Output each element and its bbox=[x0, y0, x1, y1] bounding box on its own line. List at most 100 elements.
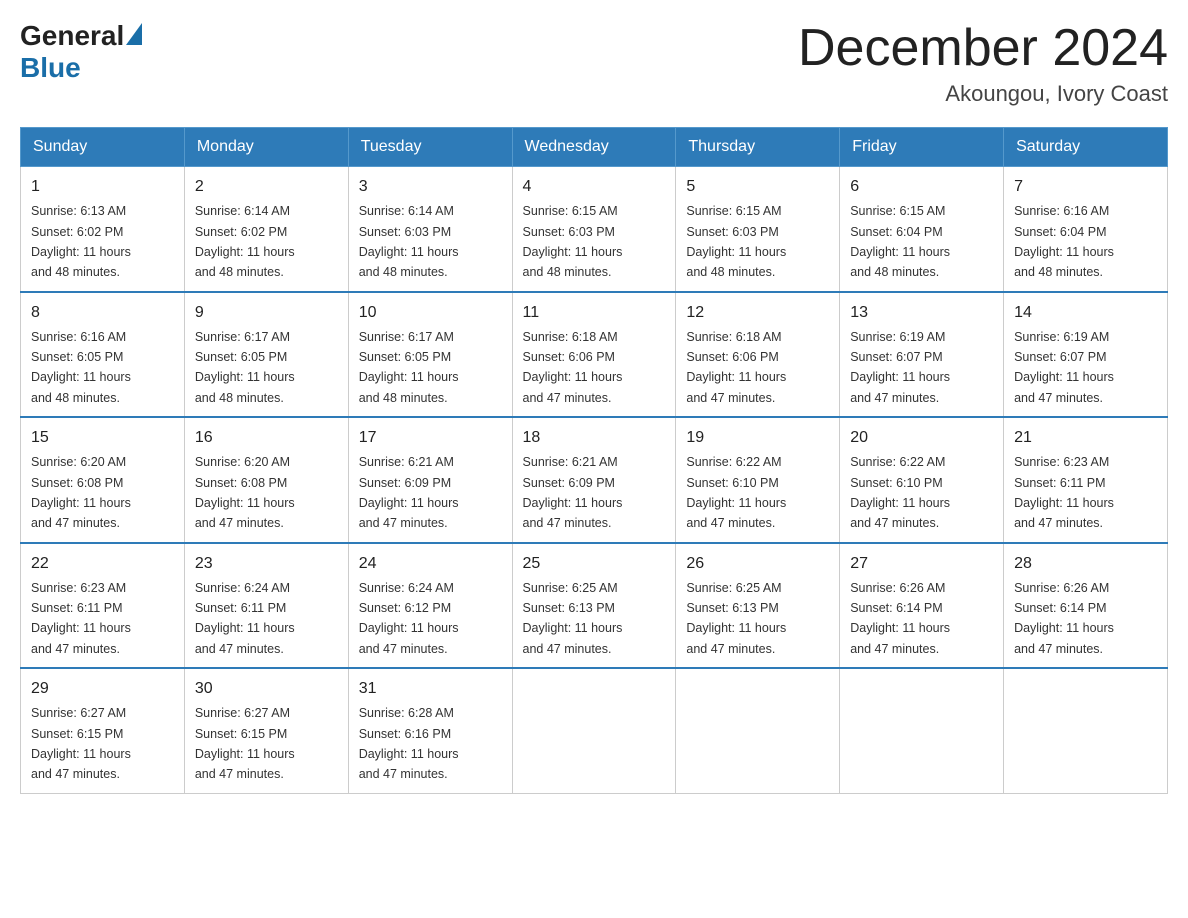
day-info: Sunrise: 6:19 AMSunset: 6:07 PMDaylight:… bbox=[850, 330, 950, 405]
header-monday: Monday bbox=[184, 128, 348, 167]
day-info: Sunrise: 6:23 AMSunset: 6:11 PMDaylight:… bbox=[31, 581, 131, 656]
calendar-week-row: 8 Sunrise: 6:16 AMSunset: 6:05 PMDayligh… bbox=[21, 292, 1168, 418]
table-row: 22 Sunrise: 6:23 AMSunset: 6:11 PMDaylig… bbox=[21, 543, 185, 669]
day-number: 1 bbox=[31, 175, 174, 199]
table-row: 8 Sunrise: 6:16 AMSunset: 6:05 PMDayligh… bbox=[21, 292, 185, 418]
day-number: 4 bbox=[523, 175, 666, 199]
day-info: Sunrise: 6:13 AMSunset: 6:02 PMDaylight:… bbox=[31, 204, 131, 279]
table-row: 5 Sunrise: 6:15 AMSunset: 6:03 PMDayligh… bbox=[676, 167, 840, 292]
day-info: Sunrise: 6:25 AMSunset: 6:13 PMDaylight:… bbox=[523, 581, 623, 656]
table-row: 27 Sunrise: 6:26 AMSunset: 6:14 PMDaylig… bbox=[840, 543, 1004, 669]
day-info: Sunrise: 6:15 AMSunset: 6:03 PMDaylight:… bbox=[523, 204, 623, 279]
day-number: 18 bbox=[523, 426, 666, 450]
day-info: Sunrise: 6:26 AMSunset: 6:14 PMDaylight:… bbox=[1014, 581, 1114, 656]
day-number: 24 bbox=[359, 552, 502, 576]
location-title: Akoungou, Ivory Coast bbox=[798, 81, 1168, 107]
day-info: Sunrise: 6:18 AMSunset: 6:06 PMDaylight:… bbox=[686, 330, 786, 405]
day-number: 28 bbox=[1014, 552, 1157, 576]
table-row: 16 Sunrise: 6:20 AMSunset: 6:08 PMDaylig… bbox=[184, 417, 348, 543]
table-row: 3 Sunrise: 6:14 AMSunset: 6:03 PMDayligh… bbox=[348, 167, 512, 292]
day-number: 21 bbox=[1014, 426, 1157, 450]
table-row bbox=[1004, 668, 1168, 793]
day-number: 17 bbox=[359, 426, 502, 450]
table-row: 13 Sunrise: 6:19 AMSunset: 6:07 PMDaylig… bbox=[840, 292, 1004, 418]
table-row: 6 Sunrise: 6:15 AMSunset: 6:04 PMDayligh… bbox=[840, 167, 1004, 292]
day-info: Sunrise: 6:20 AMSunset: 6:08 PMDaylight:… bbox=[31, 455, 131, 530]
day-number: 14 bbox=[1014, 301, 1157, 325]
table-row: 7 Sunrise: 6:16 AMSunset: 6:04 PMDayligh… bbox=[1004, 167, 1168, 292]
day-number: 29 bbox=[31, 677, 174, 701]
table-row: 30 Sunrise: 6:27 AMSunset: 6:15 PMDaylig… bbox=[184, 668, 348, 793]
calendar-week-row: 15 Sunrise: 6:20 AMSunset: 6:08 PMDaylig… bbox=[21, 417, 1168, 543]
table-row: 4 Sunrise: 6:15 AMSunset: 6:03 PMDayligh… bbox=[512, 167, 676, 292]
header-tuesday: Tuesday bbox=[348, 128, 512, 167]
table-row: 14 Sunrise: 6:19 AMSunset: 6:07 PMDaylig… bbox=[1004, 292, 1168, 418]
day-number: 5 bbox=[686, 175, 829, 199]
day-info: Sunrise: 6:26 AMSunset: 6:14 PMDaylight:… bbox=[850, 581, 950, 656]
header-wednesday: Wednesday bbox=[512, 128, 676, 167]
table-row: 15 Sunrise: 6:20 AMSunset: 6:08 PMDaylig… bbox=[21, 417, 185, 543]
table-row: 28 Sunrise: 6:26 AMSunset: 6:14 PMDaylig… bbox=[1004, 543, 1168, 669]
month-title: December 2024 bbox=[798, 20, 1168, 77]
logo-triangle-icon bbox=[126, 23, 142, 45]
header-saturday: Saturday bbox=[1004, 128, 1168, 167]
calendar-table: Sunday Monday Tuesday Wednesday Thursday… bbox=[20, 127, 1168, 794]
day-info: Sunrise: 6:16 AMSunset: 6:04 PMDaylight:… bbox=[1014, 204, 1114, 279]
day-info: Sunrise: 6:21 AMSunset: 6:09 PMDaylight:… bbox=[523, 455, 623, 530]
day-number: 26 bbox=[686, 552, 829, 576]
page-header: General Blue December 2024 Akoungou, Ivo… bbox=[20, 20, 1168, 107]
day-number: 16 bbox=[195, 426, 338, 450]
day-number: 10 bbox=[359, 301, 502, 325]
day-number: 8 bbox=[31, 301, 174, 325]
table-row: 11 Sunrise: 6:18 AMSunset: 6:06 PMDaylig… bbox=[512, 292, 676, 418]
day-info: Sunrise: 6:18 AMSunset: 6:06 PMDaylight:… bbox=[523, 330, 623, 405]
table-row: 1 Sunrise: 6:13 AMSunset: 6:02 PMDayligh… bbox=[21, 167, 185, 292]
day-number: 30 bbox=[195, 677, 338, 701]
table-row bbox=[840, 668, 1004, 793]
table-row: 12 Sunrise: 6:18 AMSunset: 6:06 PMDaylig… bbox=[676, 292, 840, 418]
day-number: 11 bbox=[523, 301, 666, 325]
day-number: 31 bbox=[359, 677, 502, 701]
logo-blue-text: Blue bbox=[20, 52, 81, 83]
table-row: 10 Sunrise: 6:17 AMSunset: 6:05 PMDaylig… bbox=[348, 292, 512, 418]
day-number: 23 bbox=[195, 552, 338, 576]
table-row: 23 Sunrise: 6:24 AMSunset: 6:11 PMDaylig… bbox=[184, 543, 348, 669]
day-info: Sunrise: 6:21 AMSunset: 6:09 PMDaylight:… bbox=[359, 455, 459, 530]
title-area: December 2024 Akoungou, Ivory Coast bbox=[798, 20, 1168, 107]
day-info: Sunrise: 6:20 AMSunset: 6:08 PMDaylight:… bbox=[195, 455, 295, 530]
table-row: 26 Sunrise: 6:25 AMSunset: 6:13 PMDaylig… bbox=[676, 543, 840, 669]
day-number: 27 bbox=[850, 552, 993, 576]
day-number: 22 bbox=[31, 552, 174, 576]
table-row: 19 Sunrise: 6:22 AMSunset: 6:10 PMDaylig… bbox=[676, 417, 840, 543]
logo: General Blue bbox=[20, 20, 144, 84]
table-row: 21 Sunrise: 6:23 AMSunset: 6:11 PMDaylig… bbox=[1004, 417, 1168, 543]
day-number: 12 bbox=[686, 301, 829, 325]
weekday-header-row: Sunday Monday Tuesday Wednesday Thursday… bbox=[21, 128, 1168, 167]
day-info: Sunrise: 6:15 AMSunset: 6:03 PMDaylight:… bbox=[686, 204, 786, 279]
table-row: 17 Sunrise: 6:21 AMSunset: 6:09 PMDaylig… bbox=[348, 417, 512, 543]
day-info: Sunrise: 6:22 AMSunset: 6:10 PMDaylight:… bbox=[850, 455, 950, 530]
day-info: Sunrise: 6:25 AMSunset: 6:13 PMDaylight:… bbox=[686, 581, 786, 656]
day-number: 9 bbox=[195, 301, 338, 325]
table-row: 31 Sunrise: 6:28 AMSunset: 6:16 PMDaylig… bbox=[348, 668, 512, 793]
table-row: 25 Sunrise: 6:25 AMSunset: 6:13 PMDaylig… bbox=[512, 543, 676, 669]
day-number: 6 bbox=[850, 175, 993, 199]
logo-general-text: General bbox=[20, 20, 124, 52]
day-info: Sunrise: 6:27 AMSunset: 6:15 PMDaylight:… bbox=[195, 706, 295, 781]
day-number: 19 bbox=[686, 426, 829, 450]
day-info: Sunrise: 6:15 AMSunset: 6:04 PMDaylight:… bbox=[850, 204, 950, 279]
table-row bbox=[512, 668, 676, 793]
day-info: Sunrise: 6:17 AMSunset: 6:05 PMDaylight:… bbox=[359, 330, 459, 405]
calendar-week-row: 1 Sunrise: 6:13 AMSunset: 6:02 PMDayligh… bbox=[21, 167, 1168, 292]
day-info: Sunrise: 6:24 AMSunset: 6:11 PMDaylight:… bbox=[195, 581, 295, 656]
table-row bbox=[676, 668, 840, 793]
day-info: Sunrise: 6:28 AMSunset: 6:16 PMDaylight:… bbox=[359, 706, 459, 781]
calendar-week-row: 29 Sunrise: 6:27 AMSunset: 6:15 PMDaylig… bbox=[21, 668, 1168, 793]
table-row: 29 Sunrise: 6:27 AMSunset: 6:15 PMDaylig… bbox=[21, 668, 185, 793]
day-number: 2 bbox=[195, 175, 338, 199]
day-info: Sunrise: 6:17 AMSunset: 6:05 PMDaylight:… bbox=[195, 330, 295, 405]
day-number: 13 bbox=[850, 301, 993, 325]
header-thursday: Thursday bbox=[676, 128, 840, 167]
day-number: 25 bbox=[523, 552, 666, 576]
day-info: Sunrise: 6:14 AMSunset: 6:03 PMDaylight:… bbox=[359, 204, 459, 279]
